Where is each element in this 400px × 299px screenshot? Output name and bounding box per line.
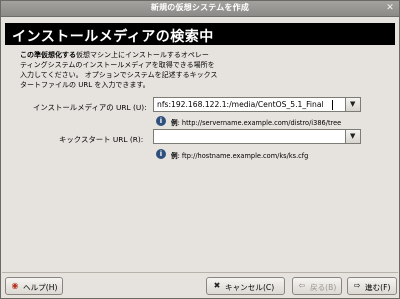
- title-bar[interactable]: 新規の仮想システムを作成 ✕: [1, 1, 399, 17]
- dropdown-arrow-icon: ▼: [350, 132, 356, 140]
- kickstart-hint: 例: ftp://hostname.example.com/ks/ks.cfg: [171, 150, 308, 160]
- cancel-x-icon: ✖: [213, 281, 221, 290]
- text-cursor: [332, 100, 333, 110]
- description-line-1: 仮想マシン上にインストールするオペレー: [76, 51, 209, 59]
- install-media-hint-text: : http://servername.example.com/distro/i…: [177, 119, 342, 127]
- kickstart-url-combo[interactable]: ▼: [153, 129, 361, 144]
- description-line-2: ティングシステムのインストールメディアを取得できる場所を: [20, 61, 215, 69]
- description-bold: この準仮想化する: [20, 51, 76, 59]
- button-separator: [2, 272, 398, 273]
- install-media-url-input[interactable]: nfs:192.168.122.1:/media/CentOS_5.1_Fina…: [157, 100, 324, 109]
- cancel-button[interactable]: ✖ キャンセル(C): [206, 277, 285, 295]
- dropdown-arrow-icon: ▼: [350, 100, 356, 108]
- kickstart-url-label: キックスタート URL (R):: [59, 135, 144, 144]
- help-button-label: ヘルプ(H): [23, 283, 58, 292]
- description-text: この準仮想化する仮想マシン上にインストールするオペレー ティングシステムのインス…: [20, 50, 310, 90]
- page-heading: インストールメディアの検索中: [12, 29, 214, 45]
- help-button[interactable]: ◉ ヘルプ(H): [5, 277, 63, 295]
- description-line-3: 入力してください。 オプションでシステムを記述するキックス: [20, 71, 218, 79]
- install-media-url-label: インストールメディアの URL (U):: [33, 103, 147, 112]
- help-icon: ◉: [11, 281, 19, 290]
- install-media-hint: 例: http://servername.example.com/distro/…: [171, 117, 341, 127]
- kickstart-hint-text: : ftp://hostname.example.com/ks/ks.cfg: [177, 152, 309, 160]
- back-button-label: 戻る(B): [310, 283, 337, 292]
- back-arrow-icon: ⇦: [298, 281, 306, 290]
- cancel-button-label: キャンセル(C): [225, 283, 275, 292]
- forward-arrow-icon: ⇨: [353, 281, 361, 290]
- install-media-url-combo[interactable]: nfs:192.168.122.1:/media/CentOS_5.1_Fina…: [153, 97, 361, 112]
- description-line-4: タートファイルの URL を入力できます。: [20, 81, 150, 89]
- forward-button-label: 進む(F): [365, 283, 391, 292]
- hint-prefix: 例: [171, 152, 178, 160]
- forward-button[interactable]: ⇨ 進む(F): [347, 277, 397, 295]
- info-icon: i: [156, 116, 166, 126]
- back-button[interactable]: ⇦ 戻る(B): [292, 277, 342, 295]
- window-title: 新規の仮想システムを作成: [150, 3, 250, 12]
- window-close-icon[interactable]: ✕: [384, 3, 396, 14]
- hint-prefix: 例: [171, 119, 178, 127]
- install-media-dropdown-button[interactable]: ▼: [345, 97, 361, 112]
- info-icon: i: [156, 149, 166, 159]
- new-virtual-system-dialog: 新規の仮想システムを作成 ✕ インストールメディアの検索中 この準仮想化する仮想…: [0, 0, 400, 299]
- page-banner: インストールメディアの検索中: [5, 23, 395, 45]
- kickstart-dropdown-button[interactable]: ▼: [345, 129, 361, 144]
